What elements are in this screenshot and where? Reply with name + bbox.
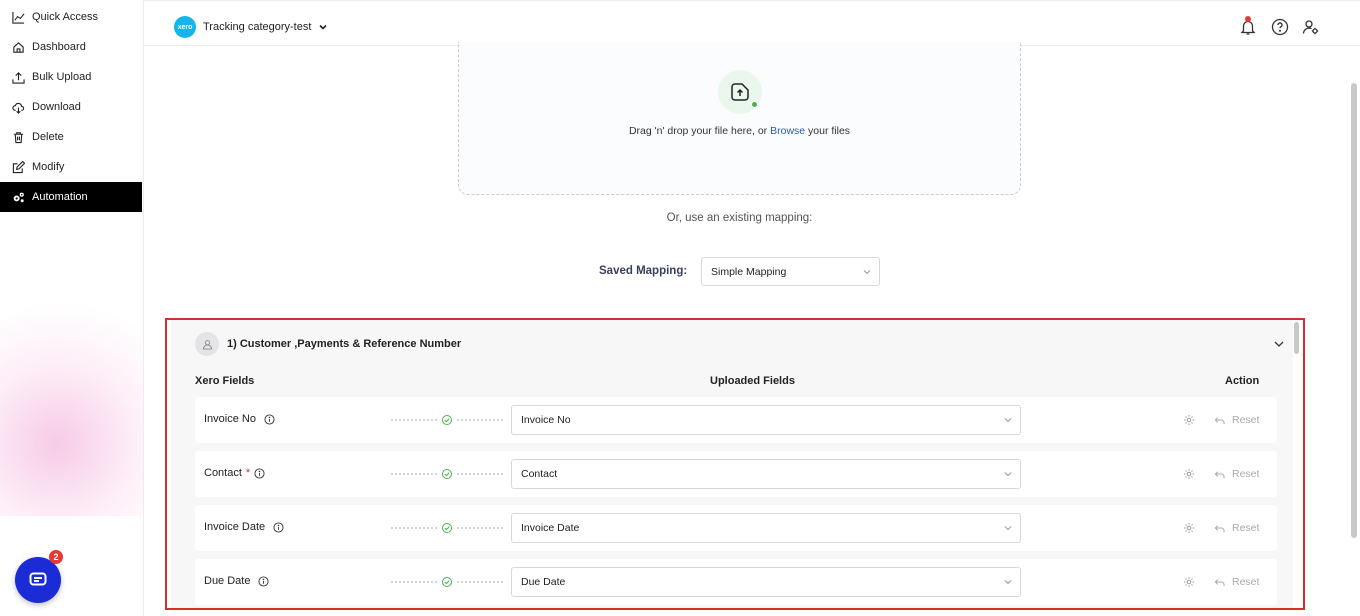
chevron-down-icon xyxy=(1004,526,1012,531)
drop-instructions: Drag 'n' drop your file here, or Browse … xyxy=(628,125,851,137)
gear-icon[interactable] xyxy=(1183,522,1195,534)
sidebar-item-label: Automation xyxy=(32,191,88,203)
field-name: Due Date xyxy=(204,575,251,587)
undo-icon xyxy=(1214,524,1225,532)
reset-button[interactable]: Reset xyxy=(1214,468,1259,480)
required-marker: * xyxy=(245,467,251,479)
mapping-row: Due Date Due Date Reset xyxy=(195,559,1277,605)
status-dot xyxy=(751,101,758,108)
undo-icon xyxy=(1214,416,1225,424)
sidebar-item-label: Download xyxy=(32,101,81,113)
sidebar-item-modify[interactable]: Modify xyxy=(0,152,142,182)
upload-icon xyxy=(12,71,25,84)
undo-icon xyxy=(1214,470,1225,478)
match-connector xyxy=(391,577,503,587)
gear-icon[interactable] xyxy=(1183,414,1195,426)
uploaded-field-value: Invoice Date xyxy=(521,522,580,534)
gears-icon xyxy=(13,192,24,202)
gear-icon[interactable] xyxy=(1183,468,1195,480)
chevron-down-icon xyxy=(1004,580,1012,585)
uploaded-field-select[interactable]: Invoice No xyxy=(511,405,1021,435)
org-switcher[interactable]: xero Tracking category-test xyxy=(174,16,328,38)
sidebar-item-label: Delete xyxy=(32,131,64,143)
home-icon xyxy=(13,41,24,53)
chevron-down-icon xyxy=(319,24,327,30)
mapping-row: Invoice No Invoice No Reset xyxy=(195,397,1277,443)
uploaded-field-value: Contact xyxy=(521,468,558,480)
trash-icon xyxy=(13,131,24,143)
main-content: Drag 'n' drop your file here, or Browse … xyxy=(144,42,1360,616)
top-header: xero Tracking category-test xyxy=(144,0,1360,46)
edit-icon xyxy=(12,160,25,173)
info-icon[interactable] xyxy=(273,521,284,533)
info-icon[interactable] xyxy=(258,575,270,587)
match-connector xyxy=(391,523,503,533)
uploaded-field-value: Invoice No xyxy=(521,414,571,426)
chat-icon xyxy=(29,572,47,586)
field-name: Contact xyxy=(204,467,242,479)
field-mapping-section: 1) Customer ,Payments & Reference Number… xyxy=(165,318,1305,610)
sidebar-item-label: Dashboard xyxy=(32,41,86,53)
sidebar-item-label: Bulk Upload xyxy=(32,71,92,83)
xero-logo: xero xyxy=(174,16,196,38)
match-connector xyxy=(391,415,503,425)
user-settings-icon[interactable] xyxy=(1302,18,1320,36)
uploaded-field-select[interactable]: Invoice Date xyxy=(511,513,1021,543)
page-scrollbar[interactable] xyxy=(1351,83,1357,538)
sidebar-item-download[interactable]: Download xyxy=(0,92,142,122)
help-icon[interactable] xyxy=(1271,18,1289,36)
match-connector xyxy=(391,469,503,479)
chevron-down-icon[interactable] xyxy=(1273,338,1285,350)
col-uploaded-fields: Uploaded Fields xyxy=(710,375,795,387)
col-xero-fields: Xero Fields xyxy=(195,375,255,387)
section-title: 1) Customer ,Payments & Reference Number xyxy=(227,338,462,350)
uploaded-field-value: Due Date xyxy=(521,576,566,588)
sidebar-item-label: Modify xyxy=(32,161,65,173)
section-avatar xyxy=(195,332,219,356)
file-upload-icon xyxy=(731,83,749,101)
chevron-down-icon xyxy=(863,270,871,275)
cloud-download-icon xyxy=(12,102,25,114)
chevron-down-icon xyxy=(1004,418,1012,423)
gear-icon[interactable] xyxy=(1183,576,1195,588)
sidebar-item-quick-access[interactable]: Quick Access xyxy=(0,2,142,32)
sidebar-item-automation[interactable]: Automation xyxy=(0,182,142,212)
field-name: Invoice Date xyxy=(204,521,266,533)
col-action: Action xyxy=(1225,375,1260,387)
reset-button[interactable]: Reset xyxy=(1214,522,1259,534)
info-icon[interactable] xyxy=(254,467,265,479)
field-name: Invoice No xyxy=(204,413,256,425)
sidebar-item-delete[interactable]: Delete xyxy=(0,122,142,152)
sidebar: Quick Access Dashboard Bulk Upload Downl… xyxy=(0,0,144,616)
chevron-down-icon xyxy=(1004,472,1012,477)
chat-badge: 2 xyxy=(49,550,63,564)
org-name: Tracking category-test xyxy=(203,21,312,33)
saved-mapping-label: Saved Mapping: xyxy=(599,265,688,277)
saved-mapping-select[interactable]: Simple Mapping xyxy=(701,257,880,286)
reset-button[interactable]: Reset xyxy=(1214,414,1259,426)
mapping-row: Contact * Contact Reset xyxy=(195,451,1277,497)
info-icon[interactable] xyxy=(264,413,275,425)
saved-mapping-value: Simple Mapping xyxy=(711,265,787,278)
uploaded-field-select[interactable]: Contact xyxy=(511,459,1021,489)
user-icon xyxy=(202,339,212,350)
reset-button[interactable]: Reset xyxy=(1214,576,1259,588)
existing-mapping-text: Or, use an existing mapping: xyxy=(666,212,813,224)
section-scrollbar[interactable] xyxy=(1294,322,1299,354)
notification-dot xyxy=(1245,16,1251,22)
sidebar-item-label: Quick Access xyxy=(32,11,99,23)
sidebar-item-bulk-upload[interactable]: Bulk Upload xyxy=(0,62,142,92)
sidebar-item-dashboard[interactable]: Dashboard xyxy=(0,32,142,62)
undo-icon xyxy=(1214,578,1225,586)
file-dropzone[interactable]: Drag 'n' drop your file here, or Browse … xyxy=(458,42,1021,195)
mapping-row: Invoice Date Invoice Date Reset xyxy=(195,505,1277,551)
chart-icon xyxy=(12,11,25,24)
uploaded-field-select[interactable]: Due Date xyxy=(511,567,1021,597)
browse-link[interactable]: Browse xyxy=(770,125,805,137)
